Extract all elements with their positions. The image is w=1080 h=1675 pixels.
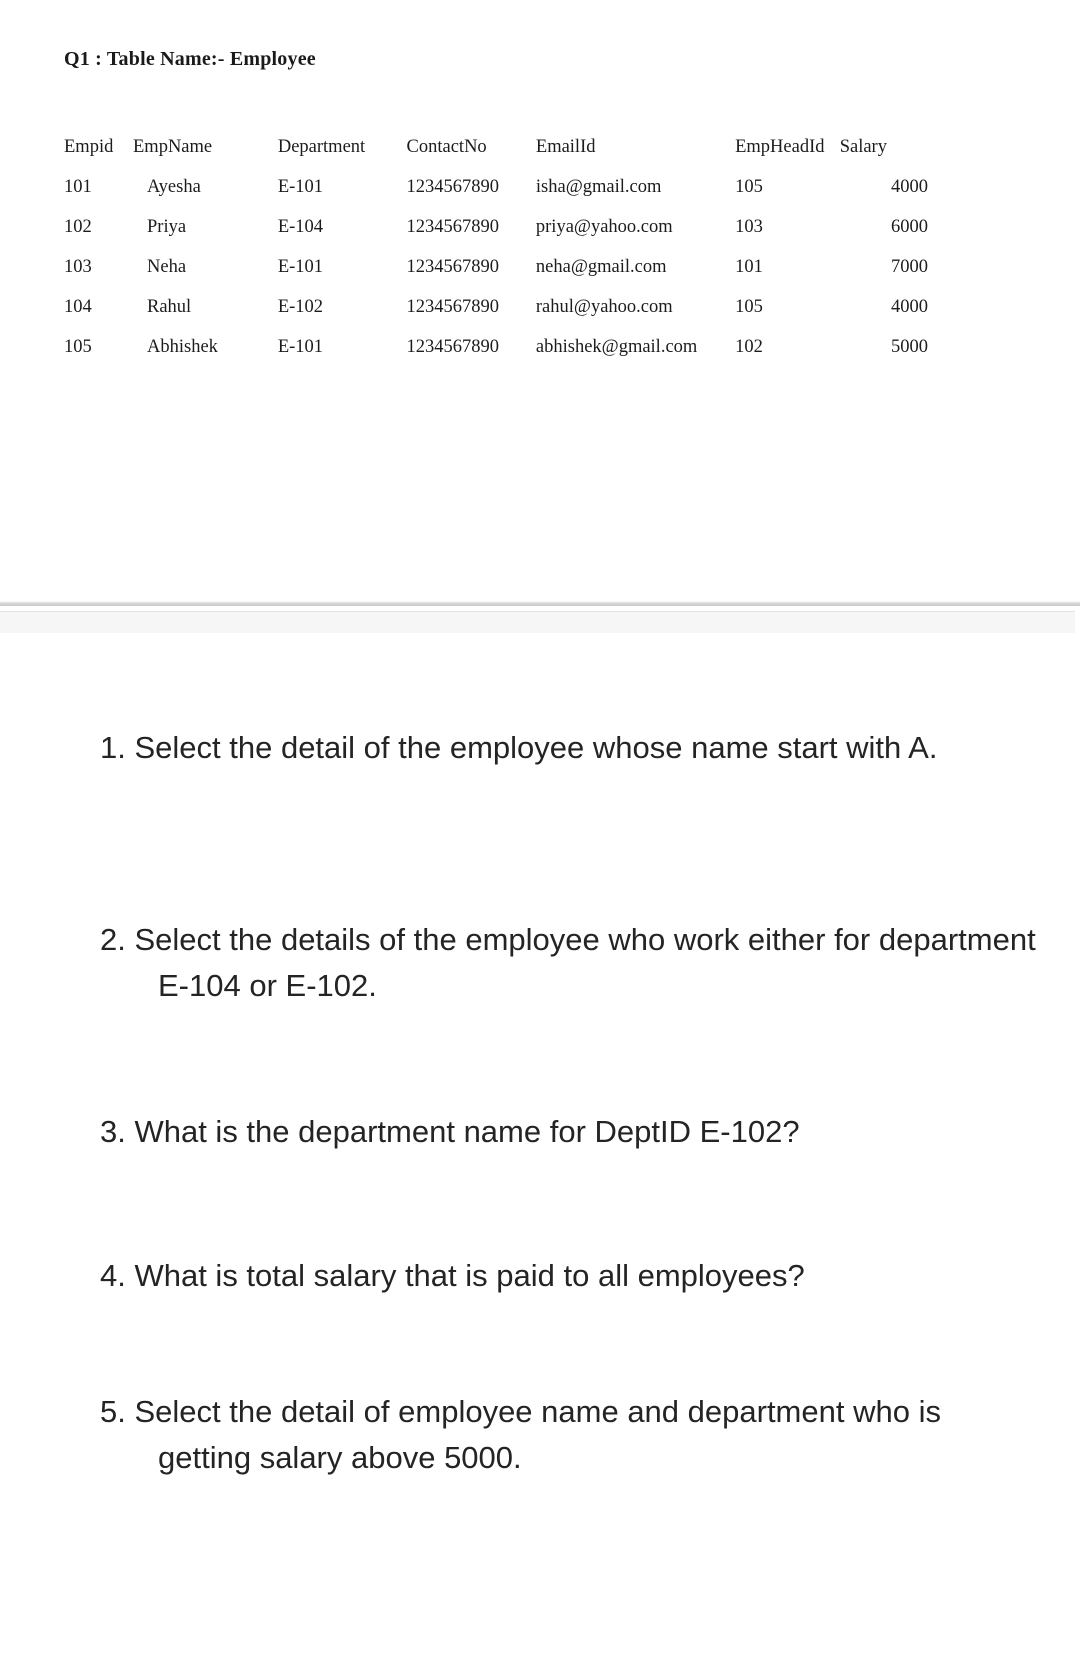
cell-department: E-101 bbox=[277, 337, 324, 357]
cell-emailid: rahul@yahoo.com bbox=[535, 297, 673, 317]
cell-contactno: 1234567890 bbox=[406, 337, 500, 357]
cell-salary: 4000 bbox=[891, 177, 928, 197]
cell-empname: Neha bbox=[147, 257, 187, 277]
employee-table-header: Empid EmpName Department ContactNo Email… bbox=[60, 127, 950, 167]
cell-empid: 104 bbox=[64, 297, 92, 317]
employee-table-body: 101 Ayesha E-101 1234567890 isha@gmail.c… bbox=[60, 167, 950, 367]
question-text: Select the detail of employee name and d… bbox=[134, 1394, 941, 1475]
list-item: 1. Select the detail of the employee who… bbox=[100, 725, 998, 771]
list-item: 2. Select the details of the employee wh… bbox=[100, 917, 1038, 1009]
cell-empheadid: 101 bbox=[735, 257, 763, 277]
cell-empname: Ayesha bbox=[147, 177, 201, 197]
employee-table: Empid EmpName Department ContactNo Email… bbox=[60, 127, 950, 367]
column-header-department: Department bbox=[277, 137, 366, 157]
cell-empid: 102 bbox=[64, 217, 92, 237]
table-row: 102 Priya E-104 1234567890 priya@yahoo.c… bbox=[60, 207, 950, 247]
cell-emailid: priya@yahoo.com bbox=[535, 217, 673, 237]
cell-contactno: 1234567890 bbox=[406, 217, 500, 237]
question-number: 1. bbox=[100, 730, 135, 765]
cell-empheadid: 105 bbox=[735, 297, 763, 317]
cell-contactno: 1234567890 bbox=[406, 177, 500, 197]
list-item: 5. Select the detail of employee name an… bbox=[100, 1389, 998, 1481]
cell-emailid: neha@gmail.com bbox=[535, 257, 667, 277]
table-row: 104 Rahul E-102 1234567890 rahul@yahoo.c… bbox=[60, 287, 950, 327]
document-page-bottom: 1. Select the detail of the employee who… bbox=[0, 633, 1080, 1675]
column-header-empheadid: EmpHeadId bbox=[735, 137, 825, 157]
cell-empname: Abhishek bbox=[147, 337, 218, 357]
question-text: What is the department name for DeptID E… bbox=[134, 1114, 800, 1149]
cell-empname: Rahul bbox=[147, 297, 192, 317]
cell-contactno: 1234567890 bbox=[406, 297, 500, 317]
question-text: Select the details of the employee who w… bbox=[134, 922, 1036, 1003]
page-break-separator bbox=[0, 601, 1080, 634]
table-row: 103 Neha E-101 1234567890 neha@gmail.com… bbox=[60, 247, 950, 287]
column-header-empname: EmpName bbox=[133, 137, 213, 157]
cell-salary: 6000 bbox=[891, 217, 928, 237]
cell-empid: 101 bbox=[64, 177, 92, 197]
cell-empheadid: 102 bbox=[735, 337, 763, 357]
cell-department: E-101 bbox=[277, 257, 324, 277]
table-row: 105 Abhishek E-101 1234567890 abhishek@g… bbox=[60, 327, 950, 367]
document-page-top: Q1 : Table Name:- Employee Empid EmpName… bbox=[0, 0, 1080, 600]
cell-emailid: abhishek@gmail.com bbox=[535, 337, 698, 357]
cell-empid: 105 bbox=[64, 337, 92, 357]
cell-contactno: 1234567890 bbox=[406, 257, 500, 277]
table-header-row: Empid EmpName Department ContactNo Email… bbox=[60, 127, 950, 167]
cell-empid: 103 bbox=[64, 257, 92, 277]
column-header-contactno: ContactNo bbox=[406, 137, 487, 157]
cell-department: E-102 bbox=[277, 297, 324, 317]
cell-salary: 4000 bbox=[891, 297, 928, 317]
question-number: 2. bbox=[100, 922, 135, 957]
column-header-empid: Empid bbox=[64, 137, 114, 157]
cell-empheadid: 105 bbox=[735, 177, 763, 197]
cell-emailid: isha@gmail.com bbox=[535, 177, 662, 197]
separator-band bbox=[0, 611, 1075, 634]
column-header-salary: Salary bbox=[839, 137, 887, 157]
question-text: What is total salary that is paid to all… bbox=[134, 1258, 805, 1293]
cell-department: E-101 bbox=[277, 177, 324, 197]
question-number: 4. bbox=[100, 1258, 135, 1293]
table-row: 101 Ayesha E-101 1234567890 isha@gmail.c… bbox=[60, 167, 950, 207]
question-number: 5. bbox=[100, 1394, 135, 1429]
page-title: Q1 : Table Name:- Employee bbox=[64, 48, 316, 70]
list-item: 4. What is total salary that is paid to … bbox=[100, 1253, 1038, 1299]
cell-empname: Priya bbox=[147, 217, 187, 237]
cell-salary: 5000 bbox=[891, 337, 928, 357]
column-header-emailid: EmailId bbox=[535, 137, 596, 157]
question-number: 3. bbox=[100, 1114, 135, 1149]
list-item: 3. What is the department name for DeptI… bbox=[100, 1109, 1038, 1155]
question-text: Select the detail of the employee whose … bbox=[134, 730, 938, 765]
cell-salary: 7000 bbox=[891, 257, 928, 277]
cell-department: E-104 bbox=[277, 217, 324, 237]
cell-empheadid: 103 bbox=[735, 217, 763, 237]
